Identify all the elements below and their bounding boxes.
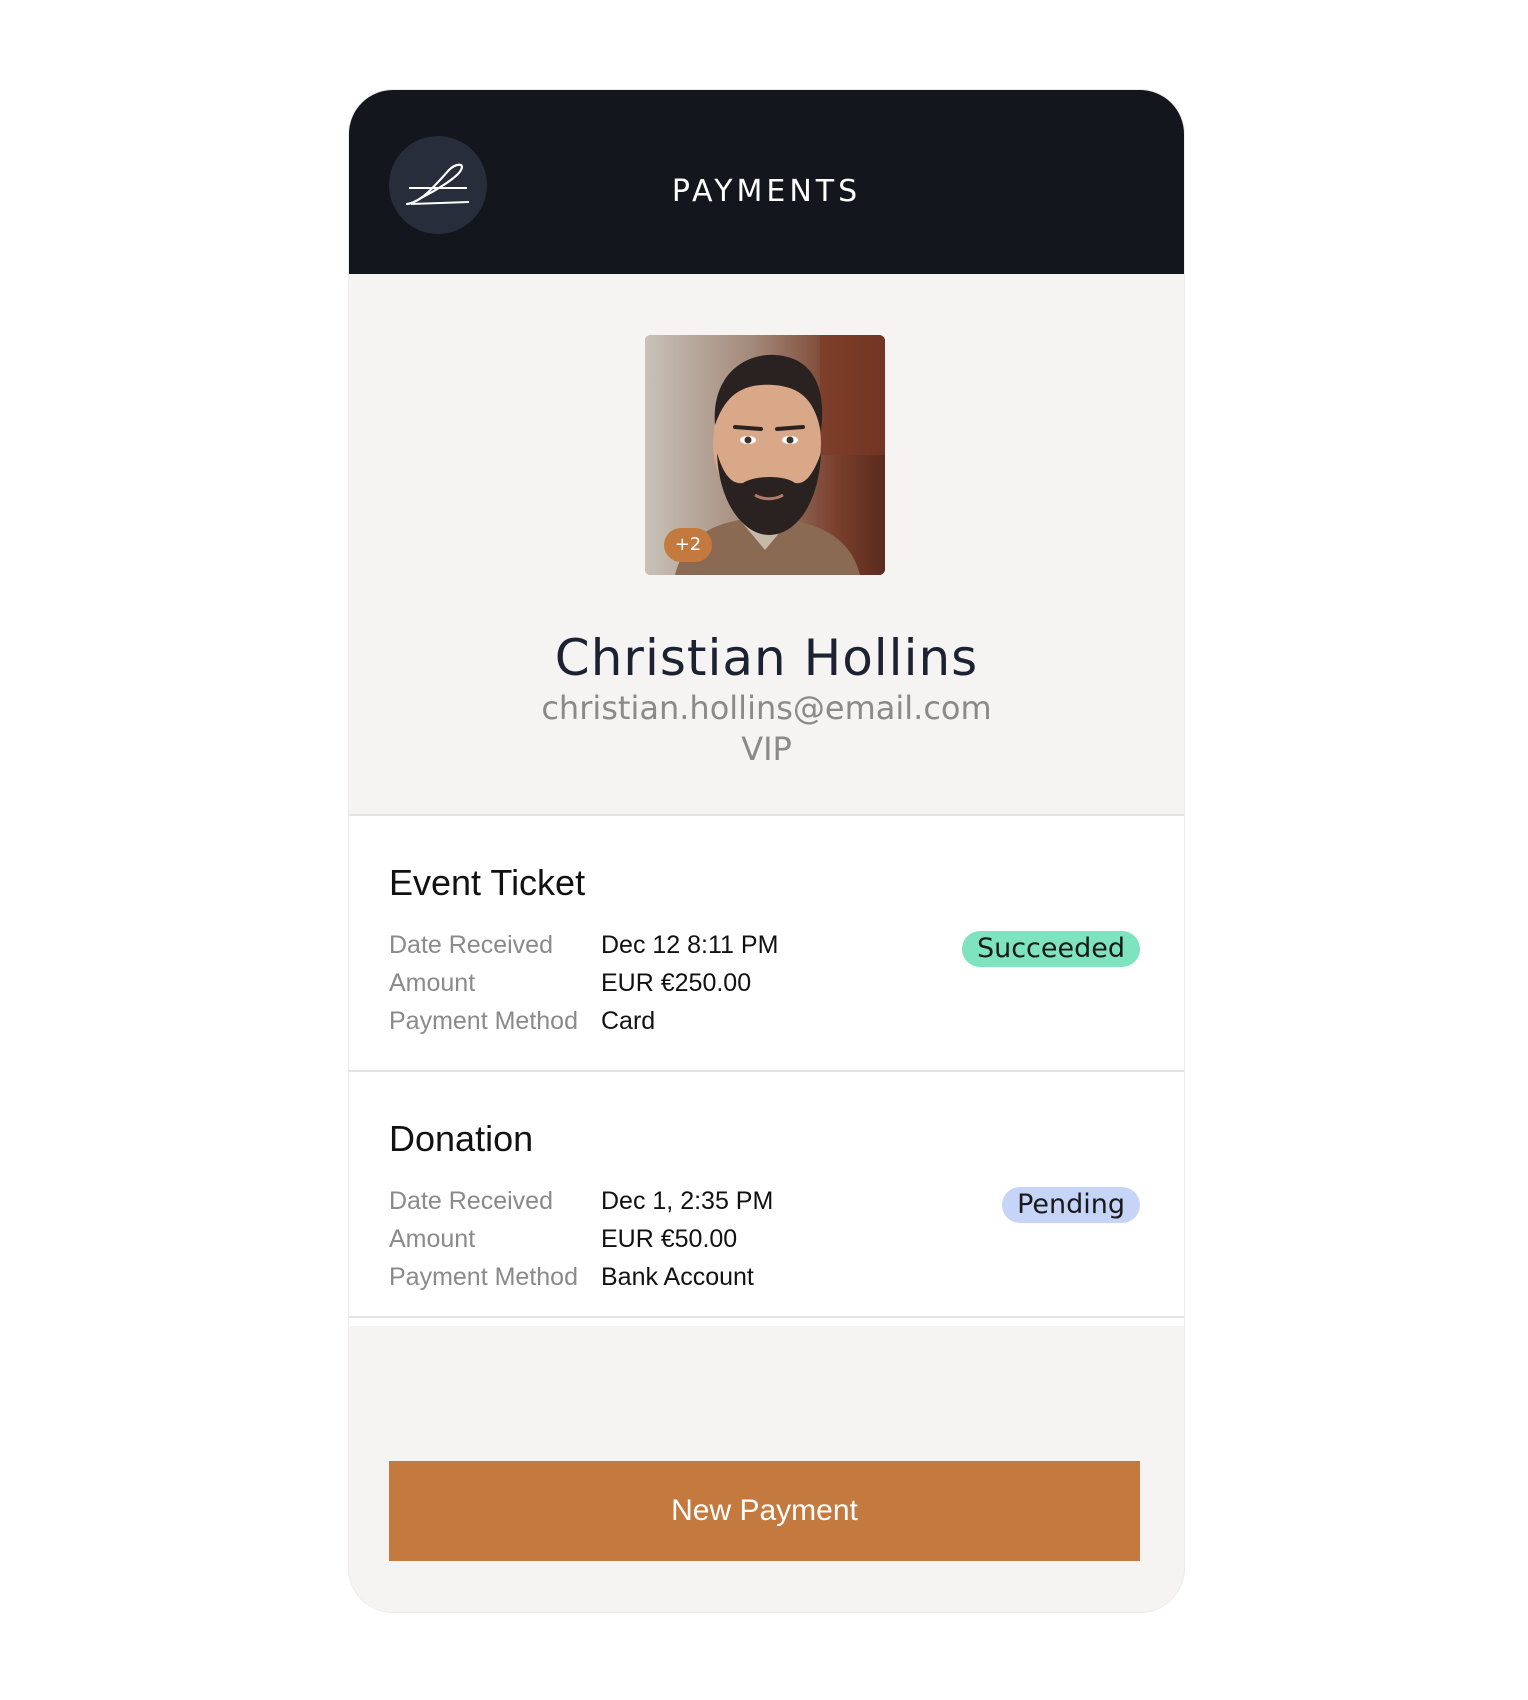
new-payment-button[interactable]: New Payment [389, 1461, 1140, 1561]
profile-email: christian.hollins@email.com [541, 689, 992, 727]
header-bar: PAYMENTS [349, 90, 1184, 274]
row-value: EUR €250.00 [601, 969, 752, 997]
row-value: Card [601, 1007, 656, 1035]
payment-item-event-ticket[interactable]: Event Ticket Date Received Dec 12 8:11 P… [349, 816, 1184, 1070]
status-badge: Succeeded [961, 931, 1140, 967]
row-label: Amount [389, 1225, 476, 1253]
status-badge: Pending [1002, 1187, 1140, 1223]
row-label: Payment Method [389, 1263, 578, 1291]
row-value: Bank Account [601, 1263, 754, 1291]
page-title: PAYMENTS [671, 174, 862, 209]
row-value: EUR €50.00 [601, 1225, 738, 1253]
profile-section: +2 Christian Hollins christian.hollins@e… [349, 274, 1184, 904]
row-value: Dec 12 8:11 PM [601, 931, 779, 959]
payment-title: Event Ticket [389, 862, 586, 903]
row-label: Date Received [389, 1187, 553, 1215]
avatar-count-badge: +2 [664, 528, 712, 562]
avatar[interactable]: +2 [645, 335, 885, 575]
profile-name: Christian Hollins [554, 629, 979, 687]
row-value: Dec 1, 2:35 PM [601, 1187, 774, 1215]
row-label: Date Received [389, 931, 553, 959]
payments-card: PAYMENTS +2 Christian Hollins christian.… [349, 90, 1184, 1612]
divider [349, 1316, 1184, 1318]
payment-item-donation[interactable]: Donation Date Received Dec 1, 2:35 PM Am… [349, 1072, 1184, 1326]
row-label: Amount [389, 969, 476, 997]
payment-title: Donation [389, 1118, 534, 1159]
row-label: Payment Method [389, 1007, 578, 1035]
profile-tier: VIP [741, 730, 792, 768]
